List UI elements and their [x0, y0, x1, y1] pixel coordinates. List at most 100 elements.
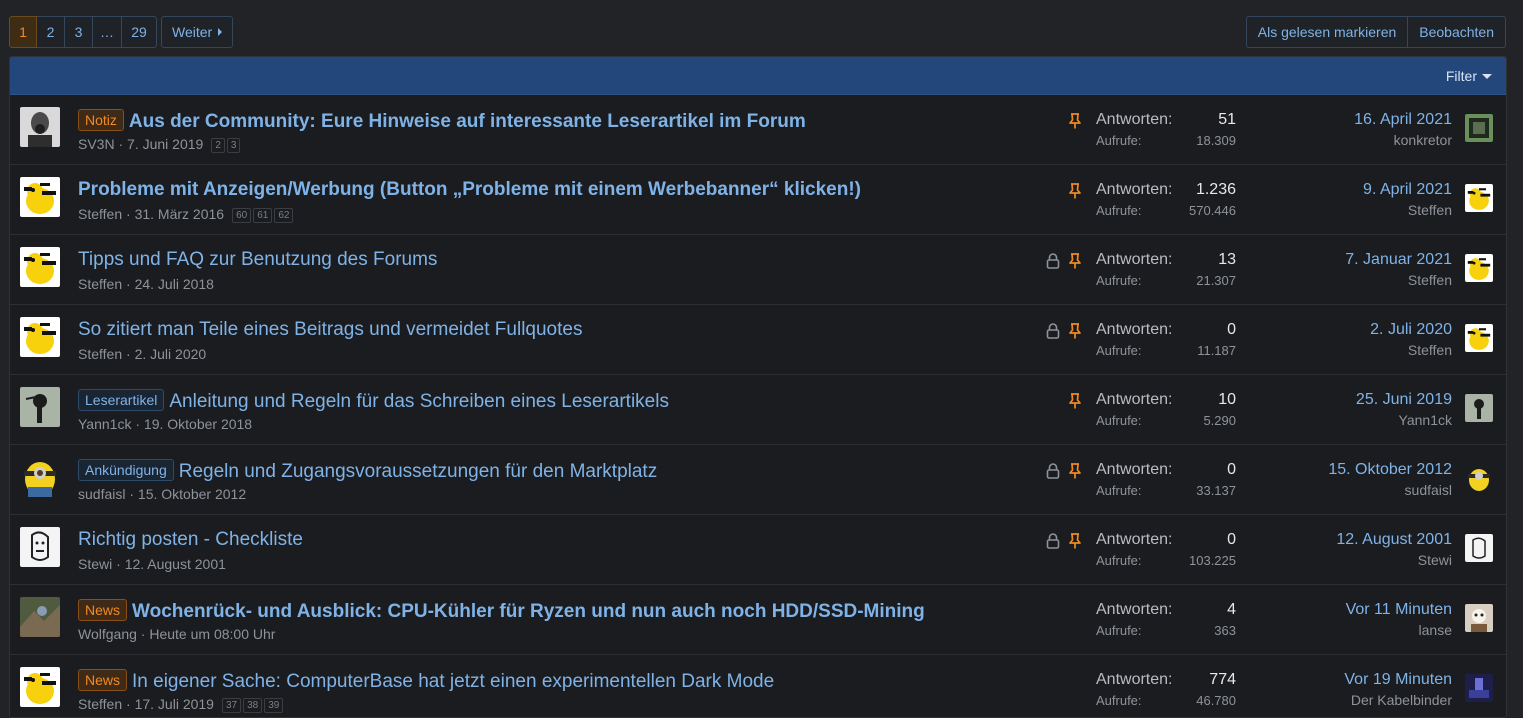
- thread-author[interactable]: Yann1ck: [78, 416, 131, 432]
- page-jump-button[interactable]: …: [93, 16, 122, 48]
- last-post-user[interactable]: Steffen: [1345, 272, 1452, 288]
- thread-author[interactable]: sudfaisl: [78, 486, 125, 502]
- author-avatar[interactable]: [20, 317, 60, 357]
- thread-prefix[interactable]: Leserartikel: [78, 389, 165, 411]
- thread-author[interactable]: Stewi: [78, 556, 112, 572]
- thread-list-actions: Als gelesen markieren Beobachten: [1245, 16, 1506, 48]
- thread-author[interactable]: Steffen: [78, 276, 122, 292]
- thread-row[interactable]: Tipps und FAQ zur Benutzung des Forums S…: [10, 235, 1506, 305]
- last-post-user[interactable]: Stewi: [1336, 552, 1452, 568]
- last-post-user[interactable]: sudfaisl: [1328, 482, 1452, 498]
- thread-prefix[interactable]: Ankündigung: [78, 459, 174, 481]
- last-post-user[interactable]: Steffen: [1363, 202, 1452, 218]
- last-post-date[interactable]: 25. Juni 2019: [1356, 391, 1452, 409]
- last-poster-avatar[interactable]: [1465, 604, 1493, 632]
- thread-page-link[interactable]: 61: [253, 208, 273, 223]
- thread-title-link[interactable]: In eigener Sache: ComputerBase hat jetzt…: [132, 671, 774, 692]
- last-poster-avatar[interactable]: [1465, 254, 1493, 282]
- last-post-user[interactable]: konkretor: [1354, 132, 1452, 148]
- thread-prefix[interactable]: News: [78, 599, 128, 621]
- thread-title-link[interactable]: Richtig posten - Checkliste: [78, 529, 303, 550]
- thread-row[interactable]: Notiz Aus der Community: Eure Hinweise au…: [10, 95, 1506, 165]
- last-poster-avatar[interactable]: [1465, 674, 1493, 702]
- thread-author[interactable]: Steffen: [78, 346, 122, 362]
- last-post-date[interactable]: 9. April 2021: [1363, 181, 1452, 199]
- thread-start-date[interactable]: 2. Juli 2020: [135, 346, 207, 362]
- thread-start-date[interactable]: 17. Juli 2019: [135, 696, 214, 712]
- thread-start-date[interactable]: 15. Oktober 2012: [138, 486, 246, 502]
- thread-prefix[interactable]: News: [78, 669, 128, 691]
- thread-page-link[interactable]: 2: [211, 138, 225, 153]
- last-post-user[interactable]: Der Kabelbinder: [1344, 692, 1452, 708]
- thread-author[interactable]: Steffen: [78, 206, 122, 222]
- thread-title-link[interactable]: Aus der Community: Eure Hinweise auf int…: [129, 111, 806, 132]
- views-count: 21.307: [1196, 273, 1236, 288]
- page-1-button[interactable]: 1: [9, 16, 37, 48]
- thread-title-link[interactable]: Tipps und FAQ zur Benutzung des Forums: [78, 249, 437, 270]
- next-page-button[interactable]: Weiter: [161, 16, 234, 48]
- last-post-date[interactable]: 12. August 2001: [1336, 531, 1452, 549]
- author-avatar[interactable]: [20, 457, 60, 497]
- author-avatar[interactable]: [20, 247, 60, 287]
- last-post-user[interactable]: Yann1ck: [1356, 412, 1452, 428]
- last-poster-avatar[interactable]: [1465, 394, 1493, 422]
- thread-page-link[interactable]: 38: [243, 698, 263, 713]
- author-avatar[interactable]: [20, 107, 60, 147]
- thread-start-date[interactable]: 24. Juli 2018: [135, 276, 214, 292]
- thread-row[interactable]: Richtig posten - Checkliste Stewi · 12. …: [10, 515, 1506, 585]
- mark-read-button[interactable]: Als gelesen markieren: [1245, 16, 1409, 48]
- last-post-date[interactable]: 7. Januar 2021: [1345, 251, 1452, 269]
- page-3-button[interactable]: 3: [65, 16, 93, 48]
- thread-page-link[interactable]: 39: [264, 698, 284, 713]
- thread-page-link[interactable]: 37: [221, 698, 242, 713]
- thread-title-link[interactable]: Wochenrück- und Ausblick: CPU-Kühler für…: [132, 601, 925, 622]
- thread-start-date[interactable]: 7. Juni 2019: [127, 136, 203, 152]
- thread-title-line: Notiz Aus der Community: Eure Hinweise au…: [78, 109, 806, 133]
- last-poster-avatar[interactable]: [1465, 324, 1493, 352]
- thread-row[interactable]: So zitiert man Teile eines Beitrags und …: [10, 305, 1506, 375]
- replies-count: 774: [1209, 671, 1236, 688]
- thread-author[interactable]: Steffen: [78, 696, 122, 712]
- thread-author[interactable]: Wolfgang: [78, 626, 137, 642]
- thread-row[interactable]: Ankündigung Regeln und Zugangsvoraussetzu…: [10, 445, 1506, 515]
- author-avatar[interactable]: [20, 667, 60, 707]
- last-post-date[interactable]: Vor 19 Minuten: [1344, 671, 1452, 689]
- thread-author[interactable]: SV3N: [78, 136, 115, 152]
- watch-button[interactable]: Beobachten: [1408, 16, 1506, 48]
- thread-page-link[interactable]: 62: [274, 208, 294, 223]
- author-avatar[interactable]: [20, 177, 60, 217]
- thread-start-date[interactable]: 31. März 2016: [135, 206, 225, 222]
- last-post-date[interactable]: 15. Oktober 2012: [1328, 461, 1452, 479]
- author-avatar[interactable]: [20, 527, 60, 567]
- last-post-date[interactable]: Vor 11 Minuten: [1346, 601, 1452, 619]
- page-29-button[interactable]: 29: [122, 16, 157, 48]
- filter-button[interactable]: Filter: [1446, 68, 1492, 84]
- last-post-user[interactable]: Steffen: [1370, 342, 1452, 358]
- last-poster-avatar[interactable]: [1465, 534, 1493, 562]
- thread-row[interactable]: Probleme mit Anzeigen/Werbung (Button „P…: [10, 165, 1506, 235]
- thread-row[interactable]: News In eigener Sache: ComputerBase hat j…: [10, 655, 1506, 717]
- thread-title-link[interactable]: Regeln und Zugangsvoraussetzungen für de…: [179, 461, 657, 482]
- last-poster-avatar[interactable]: [1465, 184, 1493, 212]
- page-2-button[interactable]: 2: [37, 16, 65, 48]
- thread-start-date[interactable]: Heute um 08:00 Uhr: [149, 626, 275, 642]
- thread-start-date[interactable]: 12. August 2001: [125, 556, 226, 572]
- last-post-date[interactable]: 16. April 2021: [1354, 111, 1452, 129]
- thread-title-link[interactable]: Probleme mit Anzeigen/Werbung (Button „P…: [78, 179, 861, 200]
- thread-title-link[interactable]: Anleitung und Regeln für das Schreiben e…: [169, 391, 669, 412]
- thread-page-link[interactable]: 60: [232, 208, 252, 223]
- last-post-date[interactable]: 2. Juli 2020: [1370, 321, 1452, 339]
- last-poster-avatar[interactable]: [1465, 464, 1493, 492]
- thread-prefix[interactable]: Notiz: [78, 109, 124, 131]
- thread-row[interactable]: Leserartikel Anleitung und Regeln für das…: [10, 375, 1506, 445]
- thread-start-date[interactable]: 19. Oktober 2018: [144, 416, 252, 432]
- thread-meta: SV3N · 7. Juni 2019 2 3: [78, 136, 241, 153]
- last-post-user[interactable]: lanse: [1346, 622, 1452, 638]
- views-count: 46.780: [1196, 693, 1236, 708]
- thread-page-link[interactable]: 3: [226, 138, 241, 153]
- author-avatar[interactable]: [20, 597, 60, 637]
- thread-row[interactable]: News Wochenrück- und Ausblick: CPU-Kühler…: [10, 585, 1506, 655]
- thread-title-link[interactable]: So zitiert man Teile eines Beitrags und …: [78, 319, 582, 340]
- last-poster-avatar[interactable]: [1465, 114, 1493, 142]
- author-avatar[interactable]: [20, 387, 60, 427]
